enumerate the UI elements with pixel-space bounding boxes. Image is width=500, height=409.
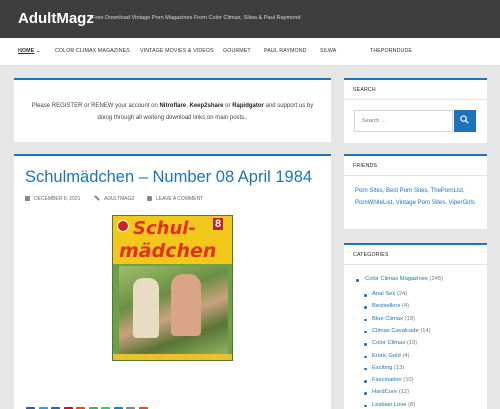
category-count: (19) [404, 315, 415, 322]
category-item[interactable]: Fascination (10) [372, 377, 414, 383]
comment-icon [147, 196, 152, 201]
nav-paul-raymond[interactable]: PAUL RAYMOND [264, 48, 307, 54]
notice-prefix: Please REGISTER or RENEW your account on [31, 103, 160, 109]
category-label: Lesbian Love [372, 401, 407, 408]
notice-host-nitroflare: Nitroflare [159, 103, 187, 109]
pencil-icon [94, 195, 100, 201]
post-comments-link[interactable]: LEAVE A COMMENT [147, 196, 203, 202]
category-count: (8) [408, 401, 416, 408]
post-article: Schulmädchen – Number 08 April 1984 DECE… [14, 154, 331, 409]
chevron-down-icon: ⌄ [36, 48, 41, 54]
category-count: (4) [401, 303, 410, 310]
site-title[interactable]: AdultMagz [18, 10, 94, 27]
search-widget: SEARCH [344, 78, 487, 143]
category-item[interactable]: Lesbian Love (8) [372, 402, 415, 408]
category-count: (13) [393, 364, 405, 371]
cover-issue-number: 8 [213, 218, 224, 230]
category-item[interactable]: Blue Climax (19) [372, 316, 415, 322]
category-item[interactable]: Erotic Gold (4) [372, 353, 409, 359]
category-label: Exciting [372, 364, 393, 371]
notice-host-rapidgator: Rapidgator [232, 103, 264, 109]
category-count: (10) [403, 377, 414, 384]
cover-badge-icon [117, 220, 129, 232]
category-label: Bestsellers [372, 303, 401, 310]
main-navigation: HOME ⌄ COLOR CLIMAX MAGAZINES VINTAGE MOV… [0, 38, 500, 94]
friends-widget: FRIENDS Porn Sites, Best Porn Sites, The… [344, 154, 487, 229]
post-comments-label: LEAVE A COMMENT [156, 196, 204, 202]
list-bullet [364, 343, 367, 346]
list-bullet [364, 318, 367, 322]
category-count: (4) [402, 352, 410, 359]
widget-title: CATEGORIES [353, 252, 389, 258]
category-count: (14) [420, 327, 431, 334]
notice-separator: or [223, 103, 233, 109]
category-item[interactable]: Color Climax (19) [372, 340, 417, 346]
category-label: Fascination [372, 377, 402, 384]
category-count: (245) [429, 276, 443, 282]
category-item[interactable]: Bestsellers (4) [372, 303, 409, 309]
notice-text: Please REGISTER or RENEW your account on… [24, 100, 321, 124]
list-bullet [364, 294, 367, 297]
calendar-icon [25, 196, 30, 201]
nav-theporndude[interactable]: THEPORNDUDE [370, 48, 412, 54]
list-bullet [364, 380, 367, 383]
notice-box: Please REGISTER or RENEW your account on… [14, 78, 331, 142]
category-item[interactable]: Exciting (13) [372, 365, 404, 371]
magazine-cover-image[interactable]: Schul- mädchen 8 [112, 215, 233, 361]
nav-silwa[interactable]: SILWA [320, 48, 336, 54]
top-header: AdultMagz Free Download Vintage Porn Mag… [0, 0, 500, 38]
category-label: HardCore [372, 389, 398, 396]
divider [344, 264, 487, 265]
site-description: Free Download Vintage Porn Magazines Fro… [92, 15, 301, 21]
list-bullet [364, 355, 367, 358]
nav-gourmet[interactable]: GOURMET [223, 48, 251, 54]
category-count: (24) [396, 291, 408, 297]
cover-figure [171, 274, 201, 336]
category-count: (12) [398, 389, 410, 396]
post-date[interactable]: DECEMBER 6, 2021 [25, 196, 80, 202]
widget-title: FRIENDS [353, 163, 378, 169]
search-button[interactable] [454, 110, 476, 132]
cover-title-line2: mädchen [119, 240, 217, 262]
cover-figure [133, 278, 159, 338]
post-author[interactable]: ADULTMAGZ [94, 195, 135, 202]
divider [344, 99, 487, 100]
category-item[interactable]: Anal Sex (24) [372, 291, 407, 297]
cover-bottom-strip [113, 354, 232, 360]
category-label: Climax Cavalcade [372, 327, 419, 334]
list-bullet [364, 367, 367, 371]
list-bullet [364, 330, 367, 334]
post-date-label: DECEMBER 6, 2021 [34, 196, 81, 202]
category-label: Blue Climax [372, 315, 403, 322]
search-icon [460, 115, 469, 124]
category-color-climax-magazines[interactable]: Color Climax Magazines (245) [365, 276, 443, 282]
post-author-label: ADULTMAGZ [104, 196, 135, 202]
category-item[interactable]: HardCore (12) [372, 389, 409, 395]
list-bullet [364, 392, 367, 395]
categories-widget: CATEGORIES Color Climax Magazines (245) … [344, 243, 487, 409]
notice-host-keep2share: Keep2share [189, 103, 224, 109]
list-bullet [364, 404, 367, 408]
nav-home-label: HOME [18, 48, 35, 54]
list-bullet [356, 279, 359, 282]
post-title[interactable]: Schulmädchen – Number 08 April 1984 [25, 168, 312, 187]
nav-vintage-movies[interactable]: VINTAGE MOVIES & VIDEOS [140, 48, 214, 54]
category-label: Color Climax Magazines [365, 276, 428, 282]
friends-links[interactable]: Porn Sites, Best Porn Sites, ThePornList… [355, 185, 479, 210]
search-input[interactable] [354, 110, 453, 132]
nav-color-climax-magazines[interactable]: COLOR CLIMAX MAGAZINES [55, 48, 130, 54]
category-label: Erotic Gold [372, 352, 401, 359]
widget-title: SEARCH [353, 87, 376, 93]
list-bullet [364, 306, 367, 309]
category-count: (19) [406, 340, 418, 347]
category-label: Anal Sex [372, 291, 396, 297]
category-item[interactable]: Climax Cavalcade (14) [372, 328, 431, 334]
divider [344, 175, 487, 176]
cover-title-line1: Schul- [133, 218, 196, 239]
category-label: Color Climax [372, 340, 406, 347]
nav-home[interactable]: HOME ⌄ [18, 48, 41, 54]
